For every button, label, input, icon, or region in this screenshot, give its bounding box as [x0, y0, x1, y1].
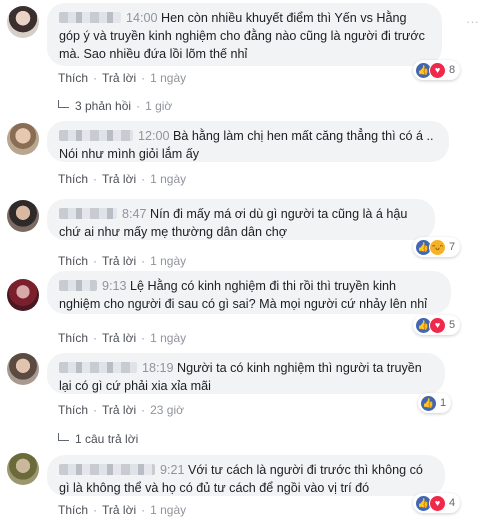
reply-link[interactable]: Trả lời — [102, 254, 136, 268]
reaction-count: 7 — [449, 241, 456, 253]
reply-link[interactable]: Trả lời — [102, 71, 136, 85]
avatar[interactable] — [7, 453, 39, 485]
like-link[interactable]: Thích — [58, 403, 88, 417]
replies-age: 1 giờ — [145, 99, 173, 113]
comment-age[interactable]: 23 giờ — [150, 403, 184, 417]
reply-arrow-icon — [58, 433, 69, 441]
love-icon: ♥ — [429, 494, 446, 512]
avatar[interactable] — [7, 123, 39, 155]
like-link[interactable]: Thích — [58, 503, 88, 517]
comment-age[interactable]: 1 ngày — [150, 71, 186, 85]
comment-actions: Thích · Trả lời · 1 ngày — [58, 254, 187, 268]
comment-time: 8:47 — [122, 207, 147, 221]
reply-link[interactable]: Trả lời — [102, 172, 136, 186]
avatar[interactable] — [7, 353, 39, 385]
love-icon: ♥ — [429, 61, 446, 79]
view-replies-link[interactable]: 1 câu trả lời — [58, 432, 138, 446]
comment-actions: Thích · Trả lời · 1 ngày — [58, 331, 187, 345]
comment-age[interactable]: 1 ngày — [150, 172, 186, 186]
comment-bubble: 9:13 Lệ Hằng có kinh nghiệm đi thi rồi t… — [47, 271, 451, 314]
comment-bubble: 8:47 Nín đi mấy má ơi dù gì người ta cũn… — [47, 199, 435, 240]
reaction-count: 1 — [440, 397, 447, 409]
commenter-name[interactable] — [59, 130, 133, 141]
avatar[interactable] — [7, 200, 39, 232]
haha-icon: ᵔᴗᵔ — [429, 238, 446, 256]
options-icon[interactable]: ··· — [466, 14, 482, 30]
replies-count[interactable]: 3 phản hồi — [75, 99, 131, 113]
comment-time: 14:00 — [126, 11, 158, 25]
comment-age[interactable]: 1 ngày — [150, 503, 186, 517]
commenter-name[interactable] — [59, 280, 97, 291]
comment-bubble: 9:21 Với tư cách là người đi trước thì k… — [47, 455, 445, 496]
reaction-summary[interactable]: 👍 ♥ 4 — [413, 493, 461, 513]
like-link[interactable]: Thích — [58, 331, 88, 345]
love-icon: ♥ — [429, 316, 446, 334]
like-link[interactable]: Thích — [58, 71, 88, 85]
reaction-summary[interactable]: 👍 ᵔᴗᵔ 7 — [413, 237, 461, 257]
comment-bubble: 14:00 Hen còn nhiều khuyết điểm thì Yến … — [47, 3, 442, 66]
view-replies-link[interactable]: 3 phản hồi · 1 giờ — [58, 99, 172, 113]
reaction-count: 8 — [449, 64, 456, 76]
comment-time: 18:19 — [142, 361, 174, 375]
comment-bubble: 18:19 Người ta có kinh nghiệm thì người … — [47, 353, 445, 394]
comment-actions: Thích · Trả lời · 1 ngày — [58, 71, 187, 85]
commenter-name[interactable] — [59, 362, 137, 373]
reaction-count: 5 — [449, 319, 456, 331]
reply-link[interactable]: Trả lời — [102, 331, 136, 345]
commenter-name[interactable] — [59, 208, 117, 219]
like-icon: 👍 — [420, 394, 437, 412]
comment-time: 9:21 — [160, 463, 185, 477]
replies-count[interactable]: 1 câu trả lời — [75, 432, 138, 446]
avatar[interactable] — [7, 279, 39, 311]
commenter-name[interactable] — [59, 12, 121, 23]
reply-link[interactable]: Trả lời — [102, 403, 136, 417]
like-link[interactable]: Thích — [58, 172, 88, 186]
reaction-summary[interactable]: 👍 ♥ 8 — [413, 60, 461, 80]
comment-age[interactable]: 1 ngày — [150, 331, 186, 345]
comment-bubble: 12:00 Bà hằng làm chị hen mất căng thẳng… — [47, 121, 449, 162]
comment-actions: Thích · Trả lời · 1 ngày — [58, 503, 187, 517]
commenter-name[interactable] — [59, 464, 155, 475]
comment-actions: Thích · Trả lời · 1 ngày — [58, 172, 187, 186]
comment-time: 12:00 — [138, 129, 170, 143]
reply-link[interactable]: Trả lời — [102, 503, 136, 517]
comment-time: 9:13 — [102, 279, 127, 293]
reaction-summary[interactable]: 👍 ♥ 5 — [413, 315, 461, 335]
comment-age[interactable]: 1 ngày — [150, 254, 186, 268]
reaction-count: 4 — [449, 497, 456, 509]
avatar[interactable] — [7, 6, 39, 38]
reaction-summary[interactable]: 👍 1 — [418, 393, 452, 413]
comment-actions: Thích · Trả lời · 23 giờ — [58, 403, 184, 417]
reply-arrow-icon — [58, 100, 69, 108]
like-link[interactable]: Thích — [58, 254, 88, 268]
